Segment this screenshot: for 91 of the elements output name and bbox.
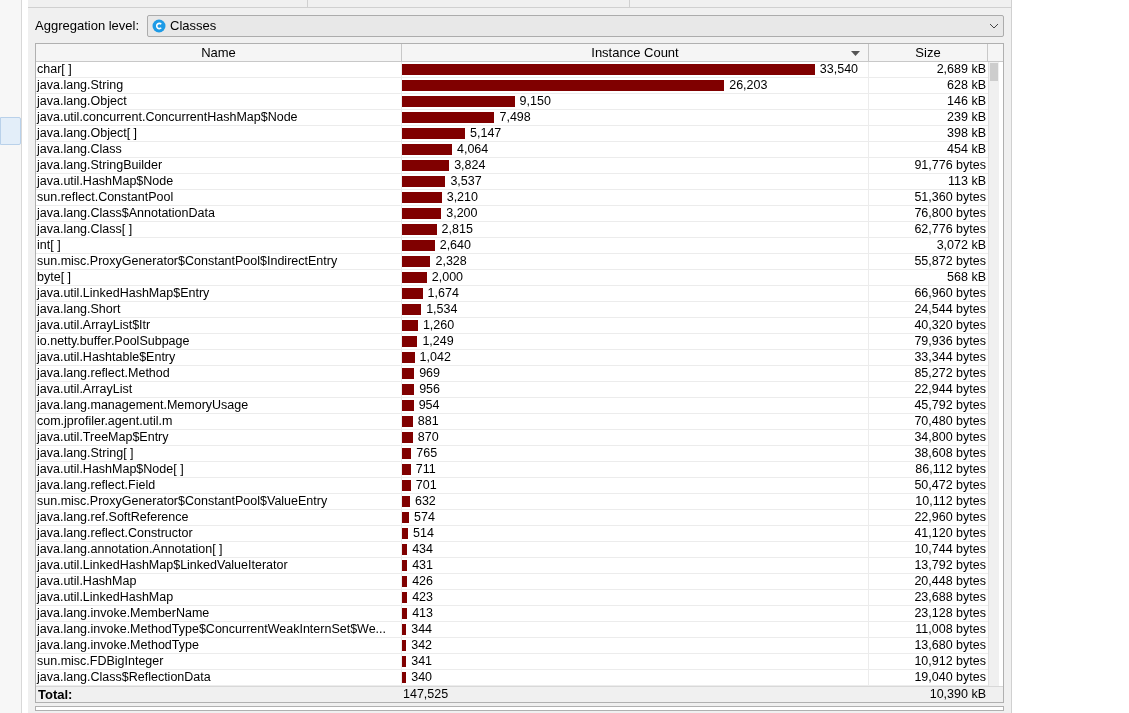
table-cell: 881 [417, 414, 439, 429]
table-cell: 1,260 [422, 318, 455, 333]
table-cell: 9,150 [519, 94, 551, 109]
table-cell: 426 [412, 574, 433, 589]
table-cell: 701 [415, 478, 437, 493]
table-cell-text: 33,344 bytes [913, 350, 987, 365]
class-icon [152, 19, 167, 33]
table-cell-text: 24,544 bytes [913, 302, 987, 317]
table-cell-text: 55,872 bytes [913, 254, 987, 269]
table-cell-text: 86,112 bytes [914, 462, 987, 477]
table-cell-text: 62,776 bytes [913, 222, 987, 237]
column-header[interactable]: Name [36, 44, 402, 61]
table-cell-text: 398 kB [946, 126, 987, 141]
total-label: Total: [37, 687, 74, 702]
table-cell-text: 40,320 bytes [913, 318, 987, 333]
table-cell-text: 22,960 bytes [913, 510, 987, 525]
table-cell: 711 [415, 462, 436, 477]
table-cell-text: 91,776 bytes [913, 158, 987, 173]
table-cell-text: 19,040 bytes [913, 670, 987, 685]
table-cell: 956 [419, 382, 440, 397]
table-cell-text: 13,792 bytes [913, 558, 987, 573]
table-cell-text: 76,800 bytes [913, 206, 987, 221]
table-cell-text: 628 kB [946, 78, 987, 93]
table-cell-text: 2,689 kB [935, 62, 987, 77]
table-cell: 574 [414, 510, 435, 525]
table-cell: 3,824 [454, 158, 486, 173]
table-cell-text: 70,480 bytes [913, 414, 987, 429]
scroll-thumb[interactable] [990, 63, 998, 81]
table-cell: 969 [419, 366, 440, 381]
table-cell-text: 85,272 bytes [913, 366, 987, 381]
table-cell: 2,000 [431, 270, 464, 285]
table-cell-text: 23,688 bytes [913, 590, 987, 605]
table-cell-text: 23,128 bytes [913, 606, 987, 621]
table-cell: 3,537 [450, 174, 482, 189]
table-cell-text: 38,608 bytes [913, 446, 987, 461]
table-cell-text: 113 kB [947, 174, 987, 189]
table-cell: 340 [411, 670, 433, 685]
table-cell: 423 [412, 590, 433, 605]
table-cell-text: 3,072 kB [935, 238, 987, 253]
table-cell: 1,042 [419, 350, 451, 365]
table-cell: 342 [411, 638, 433, 653]
column-header[interactable]: Size [869, 44, 988, 61]
total-count: 147,525 [402, 687, 450, 702]
table-cell: 1,674 [427, 286, 459, 301]
table-cell-text: 11,008 bytes [914, 622, 987, 637]
table-cell: 870 [417, 430, 439, 445]
column-header[interactable]: Instance Count [402, 44, 869, 61]
table-cell: 1,249 [422, 334, 454, 349]
table-cell: 7,498 [499, 110, 531, 125]
total-size: 10,390 kB [928, 687, 987, 702]
table-cell-text: 51,360 bytes [913, 190, 987, 205]
table-cell: 413 [412, 606, 433, 621]
table-cell: 33,540 [819, 62, 859, 77]
table-cell: 2,328 [435, 254, 467, 269]
table-cell: 2,640 [439, 238, 471, 253]
table-cell-text: 454 kB [946, 142, 987, 157]
table-cell-text: 79,936 bytes [913, 334, 987, 349]
table-cell-text: 22,944 bytes [913, 382, 987, 397]
table-cell: 765 [416, 446, 438, 461]
table-cell: 26,203 [729, 78, 768, 93]
aggregation-label: Aggregation level: [35, 17, 140, 36]
table-cell-text: 568 kB [946, 270, 987, 285]
table-cell-text: 10,112 bytes [914, 494, 987, 509]
table-cell-text: 146 kB [946, 94, 987, 109]
table-cell-text: 50,472 bytes [913, 478, 987, 493]
aggregation-dropdown[interactable]: Classes [147, 15, 1004, 37]
table-cell: 632 [414, 494, 436, 509]
table-cell-text: 66,960 bytes [913, 286, 987, 301]
table-cell-text: 45,792 bytes [913, 398, 987, 413]
table-cell: 3,210 [446, 190, 478, 205]
table-cell-text: 239 kB [946, 110, 987, 125]
table-cell: 2,815 [441, 222, 473, 237]
table-cell: 431 [412, 558, 433, 573]
chevron-down-icon [989, 23, 999, 29]
table-cell: 341 [411, 654, 433, 669]
table-cell-text: 41,120 bytes [913, 526, 987, 541]
table-cell-text: 20,448 bytes [913, 574, 987, 589]
table-cell: 4,064 [456, 142, 489, 157]
table-cell: 434 [412, 542, 433, 557]
table-cell-text: 34,800 bytes [913, 430, 987, 445]
table-cell: 3,200 [446, 206, 478, 221]
table-cell-text: 13,680 bytes [913, 638, 987, 653]
table-cell: 5,147 [470, 126, 502, 141]
table-cell-text: 10,744 bytes [913, 542, 987, 557]
table-cell: 344 [411, 622, 433, 637]
table-cell: 514 [413, 526, 434, 541]
table-cell: 954 [418, 398, 440, 413]
scrollbar[interactable] [988, 62, 999, 686]
sidebar-item[interactable] [0, 117, 21, 145]
table-cell-text: 10,912 bytes [913, 654, 987, 669]
table-cell: 1,534 [426, 302, 458, 317]
